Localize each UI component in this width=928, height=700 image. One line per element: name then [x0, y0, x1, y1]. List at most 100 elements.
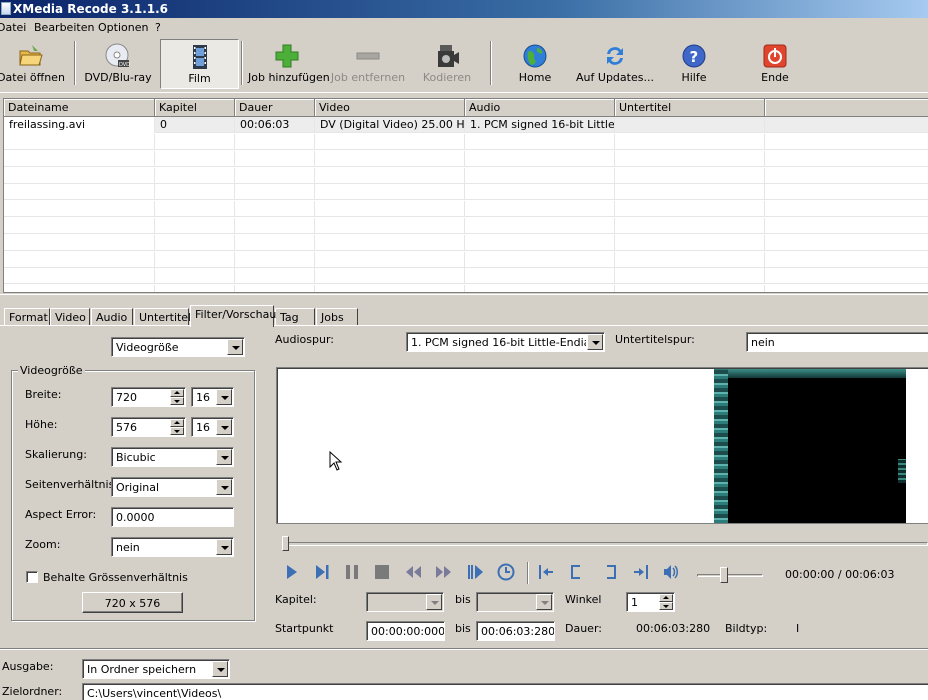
cell-chapter: 0	[155, 117, 235, 133]
encode-button[interactable]: Kodieren	[414, 39, 480, 89]
film-strip-icon	[192, 45, 207, 69]
chevron-down-icon[interactable]	[536, 594, 552, 610]
spin-up-icon[interactable]	[170, 389, 184, 397]
check-updates-button[interactable]: Auf Updates...	[574, 39, 656, 89]
aspect-error-field[interactable]: 0.0000	[111, 507, 234, 527]
width-mod-select[interactable]: 16	[191, 387, 234, 407]
empty-cell	[235, 234, 315, 251]
fast-forward-icon[interactable]	[435, 563, 453, 581]
stop-icon[interactable]	[373, 563, 391, 581]
chevron-down-icon[interactable]	[426, 594, 442, 610]
pause-icon[interactable]	[343, 563, 361, 581]
next-frame-icon[interactable]	[313, 563, 331, 581]
empty-cell	[4, 150, 155, 167]
spin-down-icon[interactable]	[170, 397, 184, 405]
empty-cell	[4, 184, 155, 201]
size-preset-button[interactable]: 720 x 576	[82, 592, 183, 613]
empty-cell	[155, 201, 235, 218]
scaling-select[interactable]: Bicubic	[111, 447, 234, 467]
volume-icon[interactable]	[662, 563, 680, 581]
empty-row	[4, 268, 928, 285]
cell-audio: 1. PCM signed 16-bit Little...	[465, 117, 615, 133]
width-stepper[interactable]: 720	[111, 387, 186, 407]
column-header-video[interactable]: Video	[315, 99, 465, 117]
step-forward-icon[interactable]	[466, 563, 484, 581]
chevron-down-icon[interactable]	[216, 419, 232, 435]
audio-track-select[interactable]: 1. PCM signed 16-bit Little-Endian 15	[406, 332, 605, 352]
tab-subtitle[interactable]: Untertitel	[134, 308, 191, 326]
chevron-down-icon[interactable]	[587, 334, 603, 350]
mark-out-icon[interactable]	[602, 563, 620, 581]
spin-up-icon[interactable]	[170, 419, 184, 427]
chevron-down-icon[interactable]	[212, 661, 228, 677]
tab-tag[interactable]: Tag	[275, 308, 315, 326]
spin-up-icon[interactable]	[659, 594, 673, 602]
column-header-filename[interactable]: Dateiname	[4, 99, 155, 117]
encode-icon	[438, 45, 459, 67]
filter-select[interactable]: Videogröße	[111, 337, 245, 357]
tab-video[interactable]: Video	[50, 308, 90, 326]
spin-down-icon[interactable]	[170, 427, 184, 435]
height-mod-select[interactable]: 16	[191, 417, 234, 437]
seek-thumb[interactable]	[282, 536, 289, 551]
aspect-ratio-select[interactable]: Original	[111, 477, 234, 497]
film-button[interactable]: Film	[160, 39, 239, 89]
column-header-duration[interactable]: Dauer	[235, 99, 315, 117]
zoom-select[interactable]: nein	[111, 537, 234, 557]
tab-audio[interactable]: Audio	[91, 308, 133, 326]
seek-track[interactable]	[282, 542, 928, 546]
table-row[interactable]: freilassing.avi 0 00:06:03 DV (Digital V…	[4, 117, 928, 133]
column-header-audio[interactable]: Audio	[465, 99, 615, 117]
add-job-button[interactable]: Job hinzufügen	[248, 39, 330, 89]
cell-duration: 00:06:03	[235, 117, 315, 133]
help-button[interactable]: ? Hilfe	[668, 39, 720, 89]
exit-button[interactable]: Ende	[750, 39, 800, 89]
chevron-down-icon[interactable]	[227, 339, 243, 355]
height-stepper[interactable]: 576	[111, 417, 186, 437]
subtitle-track-field[interactable]: nein	[746, 332, 928, 352]
start-point-field[interactable]: 00:00:00:000	[366, 621, 445, 641]
zoom-label: Zoom:	[25, 538, 61, 551]
remove-job-button[interactable]: Job entfernen	[330, 39, 406, 89]
menu-help[interactable]: ?	[155, 21, 161, 34]
open-file-button[interactable]: Datei öffnen	[0, 39, 66, 89]
video-preview[interactable]	[276, 367, 928, 524]
output-mode-select[interactable]: In Ordner speichern	[82, 659, 230, 679]
splitter[interactable]	[0, 294, 928, 298]
tab-jobs[interactable]: Jobs	[316, 308, 358, 326]
menu-optionen[interactable]: Optionen	[98, 21, 148, 34]
volume-thumb[interactable]	[720, 567, 729, 583]
chevron-down-icon[interactable]	[216, 389, 232, 405]
keep-ratio-checkbox[interactable]	[26, 571, 38, 583]
chapter-start-select[interactable]	[366, 592, 444, 612]
clock-icon[interactable]	[497, 563, 515, 581]
volume-slider[interactable]	[697, 574, 763, 577]
home-button[interactable]: Home	[505, 39, 565, 89]
frame-right-edge	[898, 459, 906, 483]
spin-down-icon[interactable]	[659, 602, 673, 610]
title-bar[interactable]: XMedia Recode 3.1.1.6	[0, 0, 928, 18]
chevron-down-icon[interactable]	[216, 449, 232, 465]
rewind-icon[interactable]	[404, 563, 422, 581]
file-list[interactable]: Dateiname Kapitel Dauer Video Audio Unte…	[3, 98, 928, 293]
play-icon[interactable]	[283, 563, 301, 581]
menu-bearbeiten[interactable]: Bearbeiten	[34, 21, 94, 34]
tab-filter-preview[interactable]: Filter/Vorschau	[190, 305, 276, 327]
chapter-end-select[interactable]	[476, 592, 554, 612]
angle-stepper[interactable]: 1	[626, 592, 675, 612]
end-point-field[interactable]: 00:06:03:280	[476, 621, 555, 641]
dvd-bluray-button[interactable]: DVD DVD/Blu-ray	[84, 39, 152, 89]
mouse-cursor-icon	[329, 451, 343, 471]
go-to-end-icon[interactable]	[632, 563, 650, 581]
empty-cell	[615, 251, 765, 268]
mark-in-icon[interactable]	[567, 563, 585, 581]
tab-format[interactable]: Format	[4, 308, 50, 326]
column-header-subtitle[interactable]: Untertitel	[615, 99, 765, 117]
menu-datei[interactable]: Datei	[0, 21, 26, 34]
target-folder-field[interactable]: C:\Users\vincent\Videos\	[82, 683, 928, 700]
chevron-down-icon[interactable]	[216, 479, 232, 495]
empty-cell	[235, 285, 315, 292]
go-to-start-icon[interactable]	[537, 563, 555, 581]
chevron-down-icon[interactable]	[216, 539, 232, 555]
column-header-chapter[interactable]: Kapitel	[155, 99, 235, 117]
